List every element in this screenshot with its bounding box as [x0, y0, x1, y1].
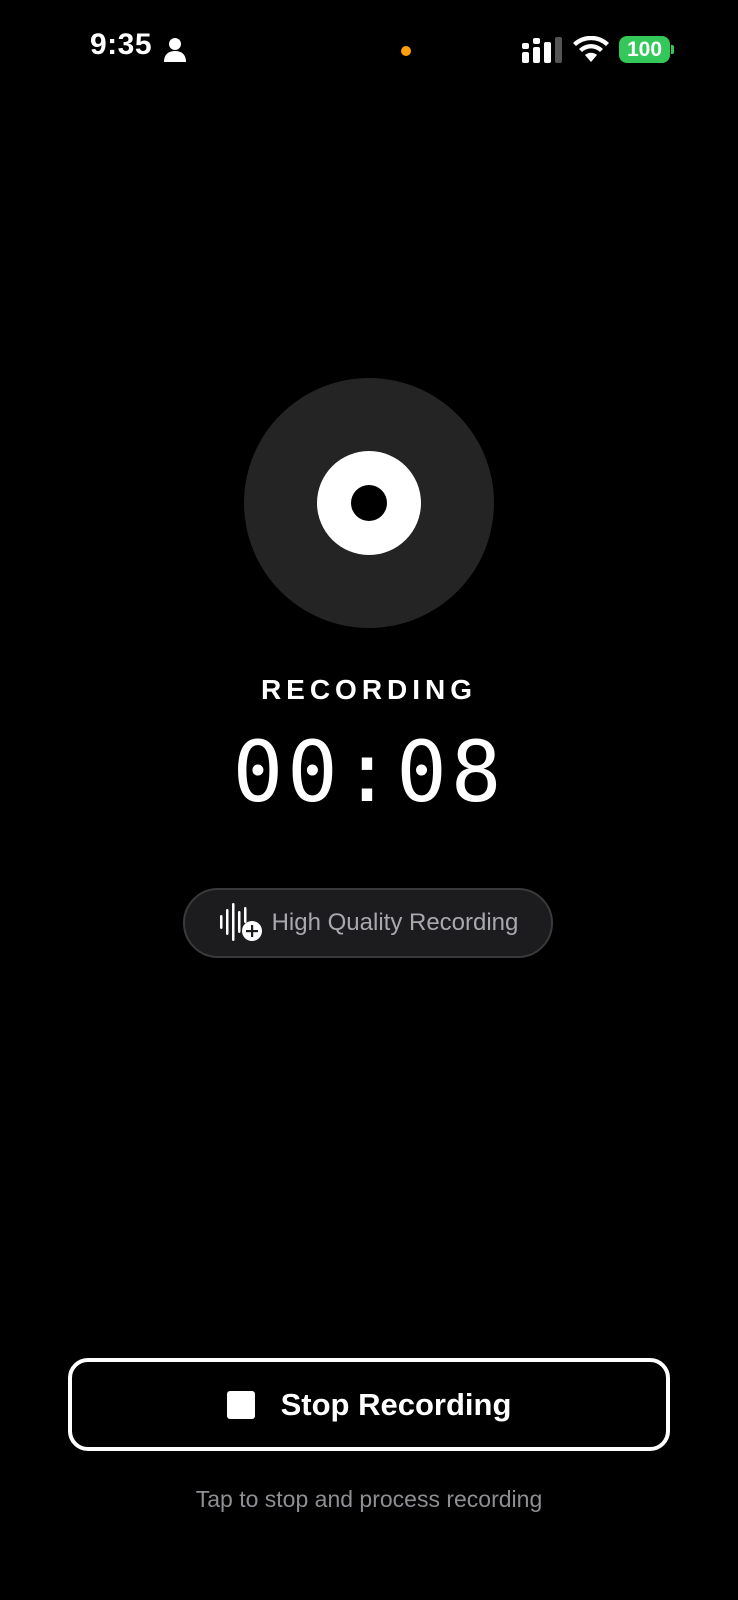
stop-square-icon [226, 1390, 255, 1419]
stop-recording-button[interactable]: Stop Recording [68, 1358, 670, 1451]
record-disc-center [351, 485, 387, 521]
stop-recording-label: Stop Recording [280, 1386, 512, 1422]
battery-nub [671, 45, 674, 54]
person-icon [164, 38, 186, 62]
status-time: 9:35 [90, 28, 153, 61]
quality-label: High Quality Recording [271, 909, 519, 936]
recording-screen: 9:35 100 RECORDING 00:08 High Quality Re… [0, 0, 738, 1600]
quality-badge: High Quality Recording [183, 888, 553, 958]
battery-icon: 100 [619, 36, 670, 63]
elapsed-timer: 00:08 [232, 723, 506, 821]
recording-status-label: RECORDING [260, 674, 478, 705]
wifi-icon [573, 36, 609, 62]
signal-icon [522, 37, 562, 63]
stop-hint-text: Tap to stop and process recording [195, 1486, 543, 1512]
mic-in-use-indicator [401, 46, 411, 56]
waveform-plus-icon [219, 903, 262, 941]
